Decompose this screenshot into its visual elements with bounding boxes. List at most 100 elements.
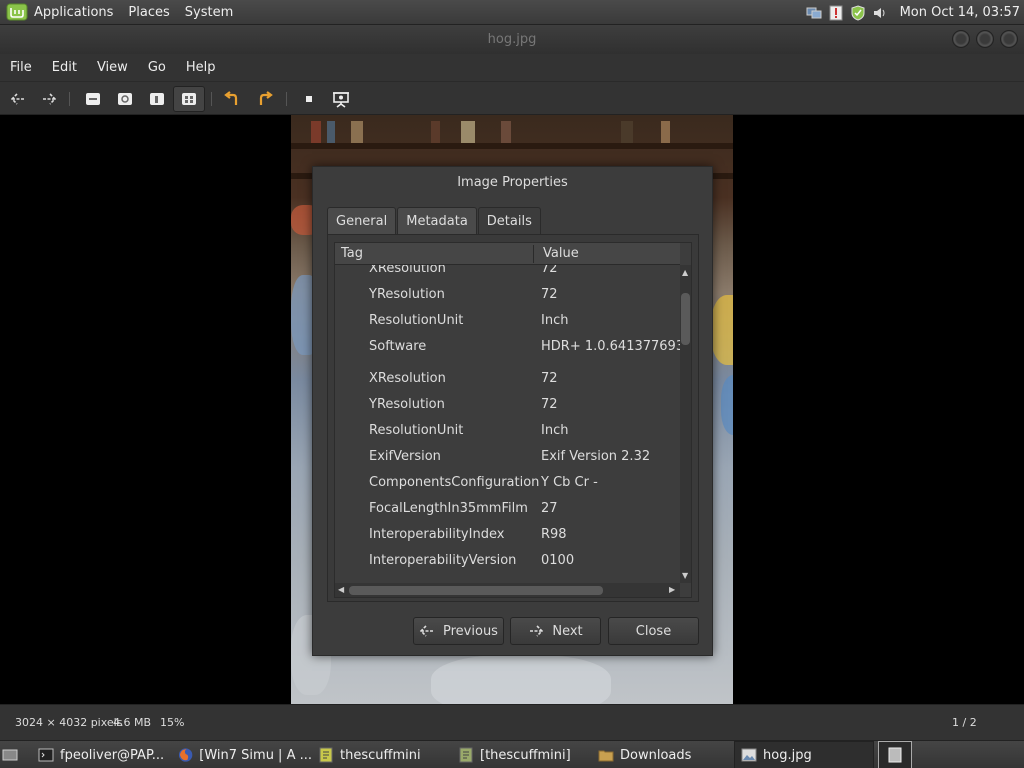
table-row[interactable]: XResolution 72: [335, 367, 680, 393]
taskbar-label: hog.jpg: [763, 747, 812, 763]
menu-file[interactable]: File: [0, 60, 42, 75]
taskbar-item-firefox[interactable]: [Win7 Simu | A ...: [178, 741, 312, 768]
terminal-icon: [38, 748, 54, 762]
volume-icon[interactable]: [872, 5, 888, 21]
fullscreen-button[interactable]: [297, 88, 321, 110]
tree-header: Tag Value: [335, 243, 680, 265]
mint-logo-icon[interactable]: [6, 3, 28, 21]
slideshow-icon: [333, 92, 349, 108]
zoom-level: 15%: [160, 716, 185, 729]
back-button[interactable]: [6, 88, 30, 110]
taskbar-item-thescuffmini-bracket[interactable]: [thescuffmini]: [458, 741, 592, 768]
table-row[interactable]: YResolution 72: [335, 283, 680, 309]
menu-view[interactable]: View: [87, 60, 138, 75]
menu-go[interactable]: Go: [138, 60, 176, 75]
details-tree[interactable]: Tag Value XResolution 72 YResolution 72 Re…: [334, 242, 692, 598]
rotate-right-button[interactable]: [253, 88, 277, 110]
maximize-button[interactable]: [976, 30, 994, 48]
rotate-left-button[interactable]: [220, 88, 244, 110]
row-tag: YResolution: [369, 397, 445, 412]
table-row[interactable]: ResolutionUnit Inch: [335, 309, 680, 335]
update-icon[interactable]: [828, 5, 844, 21]
clock[interactable]: Mon Oct 14, 03:57: [900, 5, 1020, 20]
arrow-left-icon: [10, 93, 24, 105]
vertical-scroll-thumb[interactable]: [681, 293, 690, 345]
show-desktop-button[interactable]: [2, 741, 26, 768]
table-row[interactable]: ComponentsConfiguration Y Cb Cr -: [335, 471, 680, 497]
scroll-down-icon[interactable]: ▼: [682, 571, 688, 580]
toolbar: [0, 81, 1024, 115]
taskbar-label: [thescuffmini]: [480, 747, 571, 763]
normal-size-icon: [150, 93, 164, 105]
places-menu[interactable]: Places: [128, 5, 169, 20]
column-header-tag[interactable]: Tag: [341, 246, 363, 261]
window-titlebar[interactable]: hog.jpg: [0, 25, 1024, 54]
workspace-switcher[interactable]: [878, 741, 912, 768]
column-separator[interactable]: [533, 245, 534, 263]
slideshow-button[interactable]: [329, 88, 353, 110]
best-fit-button[interactable]: [173, 86, 205, 112]
dialog-tabs: General Metadata Details: [327, 207, 542, 235]
tab-details[interactable]: Details: [477, 207, 541, 235]
folder-icon: [598, 750, 614, 762]
dialog-title: Image Properties: [457, 175, 568, 190]
table-row[interactable]: Software HDR+ 1.0.641377693z: [335, 335, 680, 361]
table-row[interactable]: InteroperabilityIndex R98: [335, 523, 680, 549]
fullscreen-icon: [306, 96, 312, 102]
taskbar-label: [Win7 Simu | A ...: [199, 747, 312, 763]
scroll-up-icon[interactable]: ▲: [682, 268, 688, 277]
table-row[interactable]: XResolution 72: [335, 265, 680, 283]
table-row[interactable]: ResolutionUnit Inch: [335, 419, 680, 445]
column-header-value[interactable]: Value: [543, 246, 579, 261]
applications-menu[interactable]: Applications: [34, 5, 113, 20]
table-row[interactable]: InteroperabilityVersion 0100: [335, 549, 680, 575]
row-tag: XResolution: [369, 265, 446, 276]
top-panel: Applications Places System Mon Oct 14, 0…: [0, 0, 1024, 25]
toolbar-separator: [211, 92, 212, 106]
taskbar-item-terminal[interactable]: fpeoliver@PAP...: [38, 741, 172, 768]
taskbar-item-hog-jpg[interactable]: hog.jpg: [734, 741, 874, 768]
row-value: Inch: [541, 423, 569, 438]
image-icon: [741, 748, 757, 762]
menubar: File Edit View Go Help: [0, 54, 1024, 81]
scroll-left-icon[interactable]: ◀: [338, 585, 344, 594]
row-tag: InteroperabilityIndex: [369, 527, 505, 542]
scroll-right-icon[interactable]: ▶: [669, 585, 675, 594]
menu-edit[interactable]: Edit: [42, 60, 87, 75]
zoom-out-button[interactable]: [113, 88, 137, 110]
taskbar-item-thescuffmini[interactable]: thescuffmini: [318, 741, 448, 768]
forward-button[interactable]: [37, 88, 61, 110]
rotate-left-icon: [224, 91, 238, 105]
row-value: 27: [541, 501, 558, 516]
script-icon: [319, 747, 333, 763]
vertical-scrollbar[interactable]: ▲ ▼: [680, 265, 691, 583]
toolbar-separator: [69, 92, 70, 106]
table-row[interactable]: YResolution 72: [335, 393, 680, 419]
tab-general[interactable]: General: [327, 207, 397, 234]
taskbar-item-downloads[interactable]: Downloads: [598, 741, 732, 768]
row-value: HDR+ 1.0.641377693z: [541, 339, 680, 354]
row-value: 72: [541, 265, 558, 276]
arrow-left-icon: [419, 625, 434, 637]
minimize-button[interactable]: [952, 30, 970, 48]
horizontal-scrollbar[interactable]: ◀ ▶: [335, 583, 680, 597]
previous-button[interactable]: Previous: [413, 617, 504, 645]
next-button[interactable]: Next: [510, 617, 601, 645]
row-tag: ResolutionUnit: [369, 423, 464, 438]
normal-size-button[interactable]: [145, 88, 169, 110]
zoom-in-button[interactable]: [81, 88, 105, 110]
zoom-out-icon: [118, 93, 132, 105]
horizontal-scroll-thumb[interactable]: [349, 586, 603, 595]
network-icon[interactable]: [806, 5, 822, 21]
close-window-button[interactable]: [1000, 30, 1018, 48]
table-row[interactable]: FocalLengthIn35mmFilm 27: [335, 497, 680, 523]
shield-icon[interactable]: [850, 4, 866, 21]
arrow-right-icon: [530, 625, 544, 637]
tab-metadata[interactable]: Metadata: [397, 207, 477, 234]
best-fit-icon: [182, 93, 196, 105]
table-row[interactable]: ExifVersion Exif Version 2.32: [335, 445, 680, 471]
next-label: Next: [552, 623, 583, 639]
system-menu[interactable]: System: [185, 5, 233, 20]
close-button[interactable]: Close: [608, 617, 699, 645]
menu-help[interactable]: Help: [176, 60, 226, 75]
